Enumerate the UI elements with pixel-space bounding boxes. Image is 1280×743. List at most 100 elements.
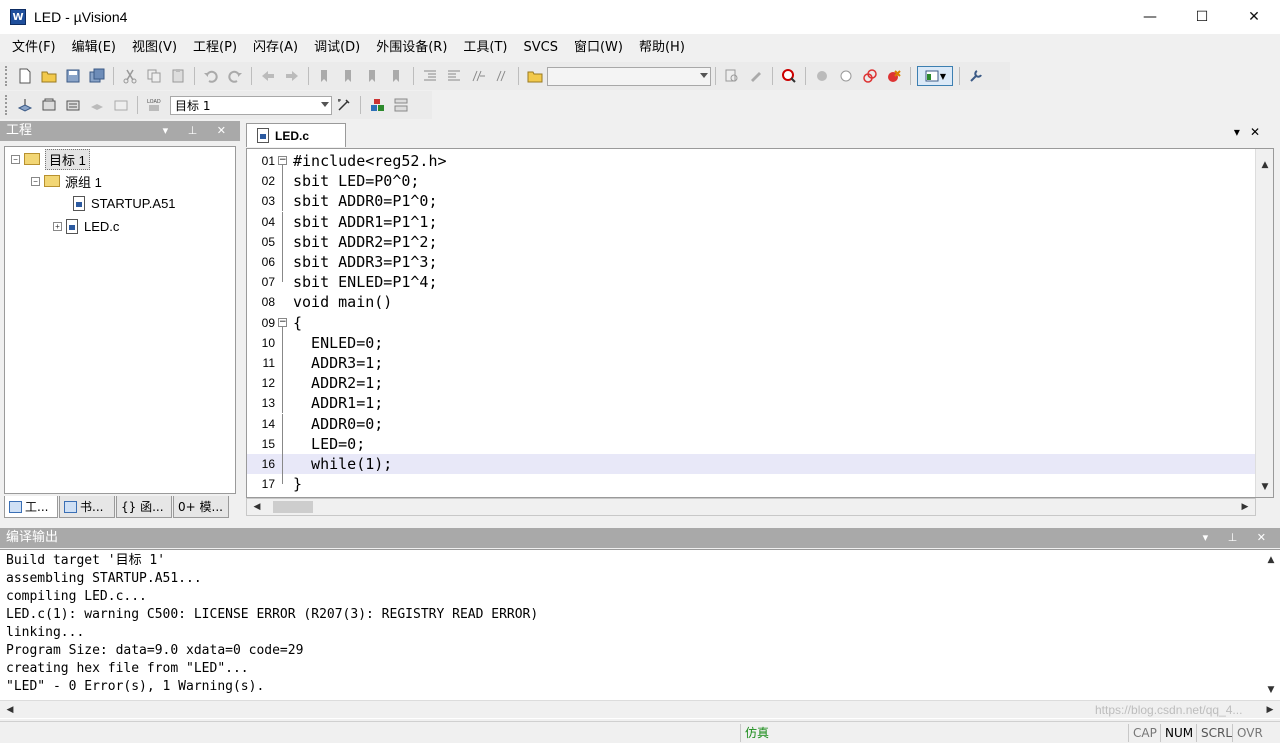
menu-help[interactable]: 帮助(H) <box>631 36 693 60</box>
translate-icon[interactable] <box>15 95 35 115</box>
uncomment-icon[interactable] <box>492 66 512 86</box>
save-icon[interactable] <box>63 66 83 86</box>
collapse-icon[interactable]: − <box>278 156 287 165</box>
close-button[interactable]: ✕ <box>1228 0 1280 34</box>
expand-icon[interactable]: + <box>53 221 62 231</box>
menu-edit[interactable]: 编辑(E) <box>64 36 124 60</box>
clear-bookmarks-icon[interactable] <box>387 66 407 86</box>
comment-icon[interactable] <box>468 66 488 86</box>
open-folder-icon[interactable] <box>39 66 59 86</box>
next-bookmark-icon[interactable] <box>363 66 383 86</box>
editor-tab-controls[interactable]: ▾✕ <box>1234 125 1270 139</box>
code-line[interactable]: 14 ADDR0=0; <box>247 413 1257 434</box>
scroll-right-icon[interactable]: ▶ <box>1262 702 1278 718</box>
menu-flash[interactable]: 闪存(A) <box>245 36 306 60</box>
menu-svcs[interactable]: SVCS <box>516 36 566 60</box>
manage-components-icon[interactable] <box>367 95 387 115</box>
code-line[interactable]: 04 sbit ADDR1=P1^1; <box>247 211 1257 232</box>
fold-margin[interactable]: − <box>277 313 289 333</box>
collapse-icon[interactable]: − <box>11 154 20 164</box>
insert-bookmark-icon[interactable] <box>315 66 335 86</box>
menu-window[interactable]: 窗口(W) <box>566 36 631 60</box>
menu-peripherals[interactable]: 外围设备(R) <box>368 36 455 60</box>
editor-vertical-scrollbar[interactable]: ▲ ▼ <box>1255 149 1273 497</box>
paste-icon[interactable] <box>168 66 188 86</box>
code-line[interactable]: 10 ENLED=0; <box>247 332 1257 353</box>
navigate-back-icon[interactable] <box>258 66 278 86</box>
tab-project[interactable]: 工... <box>4 496 58 518</box>
panel-controls[interactable]: ▾ ⊥ ✕ <box>163 121 234 141</box>
menu-tools[interactable]: 工具(T) <box>455 36 515 60</box>
scroll-down-icon[interactable]: ▼ <box>1257 479 1273 495</box>
minimize-button[interactable]: — <box>1124 0 1176 34</box>
maximize-button[interactable]: ☐ <box>1176 0 1228 34</box>
previous-bookmark-icon[interactable] <box>339 66 359 86</box>
menu-view[interactable]: 视图(V) <box>124 36 185 60</box>
start-debug-icon[interactable] <box>779 66 799 86</box>
unindent-icon[interactable] <box>444 66 464 86</box>
tree-item-file[interactable]: + LED.c <box>53 216 119 236</box>
target-select[interactable]: 目标 1 <box>170 95 332 115</box>
enable-breakpoint-icon[interactable] <box>836 66 856 86</box>
redo-icon[interactable] <box>225 66 245 86</box>
scroll-up-icon[interactable]: ▲ <box>1263 552 1279 568</box>
incremental-find-icon[interactable] <box>746 66 766 86</box>
code-line[interactable]: 05 sbit ADDR2=P1^2; <box>247 231 1257 252</box>
output-horizontal-scrollbar[interactable]: ◀ ▶ <box>0 700 1280 718</box>
undo-icon[interactable] <box>201 66 221 86</box>
collapse-icon[interactable]: − <box>278 317 287 327</box>
stop-build-icon[interactable] <box>111 95 131 115</box>
code-editor[interactable]: 17} 16 while(1); 15 LED=0; 14 ADDR0=0; 13 AD… <box>246 148 1274 498</box>
code-line[interactable]: 08 void main() <box>247 292 1257 312</box>
disable-breakpoints-icon[interactable] <box>860 66 880 86</box>
code-line[interactable]: 17} <box>247 474 1257 494</box>
target-options-icon[interactable] <box>334 95 354 115</box>
indent-icon[interactable] <box>420 66 440 86</box>
code-line[interactable]: 06 sbit ADDR3=P1^3; <box>247 252 1257 272</box>
build-output[interactable]: ▲ ▼ ◀ ▶ Build target '目标 1' assembling ST… <box>0 549 1280 719</box>
code-line[interactable]: 09−{ <box>247 313 1257 333</box>
editor-horizontal-scrollbar[interactable]: ◀ ▶ <box>246 498 1256 516</box>
download-icon[interactable]: LOAD <box>144 95 164 115</box>
rebuild-icon[interactable] <box>63 95 83 115</box>
cut-icon[interactable] <box>120 66 140 86</box>
scrollbar-thumb[interactable] <box>273 501 313 513</box>
panel-controls[interactable]: ▾ ⊥ ✕ <box>1203 528 1274 548</box>
output-vertical-scrollbar[interactable]: ▲ ▼ <box>1262 550 1280 700</box>
scroll-left-icon[interactable]: ◀ <box>249 499 265 515</box>
tab-functions[interactable]: {} 函... <box>116 496 172 518</box>
code-line[interactable]: 02 sbit LED=P0^0; <box>247 171 1257 192</box>
insert-breakpoint-icon[interactable] <box>812 66 832 86</box>
tree-item-group[interactable]: − 源组 1 <box>31 171 102 191</box>
tree-item-target[interactable]: − 目标 1 <box>11 148 90 170</box>
code-line[interactable]: 03 sbit ADDR0=P1^0; <box>247 191 1257 212</box>
code-line[interactable]: 16 while(1); <box>247 454 1257 474</box>
scroll-down-icon[interactable]: ▼ <box>1263 682 1279 698</box>
build-icon[interactable] <box>39 95 59 115</box>
navigate-forward-icon[interactable] <box>282 66 302 86</box>
scroll-up-icon[interactable]: ▲ <box>1257 157 1273 173</box>
menu-project[interactable]: 工程(P) <box>185 36 245 60</box>
code-line[interactable]: 13 ADDR1=1; <box>247 393 1257 414</box>
tab-books[interactable]: 书... <box>59 496 115 518</box>
menu-debug[interactable]: 调试(D) <box>306 36 368 60</box>
scroll-right-icon[interactable]: ▶ <box>1237 499 1253 515</box>
code-line[interactable]: 07 sbit ENLED=P1^4; <box>247 272 1257 292</box>
window-layout-dropdown-icon[interactable]: ▼ <box>917 66 953 86</box>
editor-tab-led-c[interactable]: LED.c <box>246 123 346 147</box>
tab-templates[interactable]: 0+ 模... <box>173 496 229 518</box>
kill-breakpoints-icon[interactable] <box>884 66 904 86</box>
tree-item-file[interactable]: STARTUP.A51 <box>73 193 176 213</box>
menu-file[interactable]: 文件(F) <box>4 36 64 60</box>
scroll-left-icon[interactable]: ◀ <box>2 702 18 718</box>
fold-margin[interactable]: − <box>277 151 289 171</box>
configure-icon[interactable] <box>966 66 986 86</box>
toolbar-grip[interactable] <box>5 95 9 115</box>
code-line[interactable]: 01− #include<reg52.h> <box>247 151 1257 171</box>
save-all-icon[interactable] <box>87 66 107 86</box>
collapse-icon[interactable]: − <box>31 176 40 186</box>
file-extensions-icon[interactable] <box>391 95 411 115</box>
code-line[interactable]: 12 ADDR2=1; <box>247 373 1257 394</box>
find-combo[interactable] <box>547 66 711 86</box>
code-line[interactable]: 11 ADDR3=1; <box>247 353 1257 373</box>
